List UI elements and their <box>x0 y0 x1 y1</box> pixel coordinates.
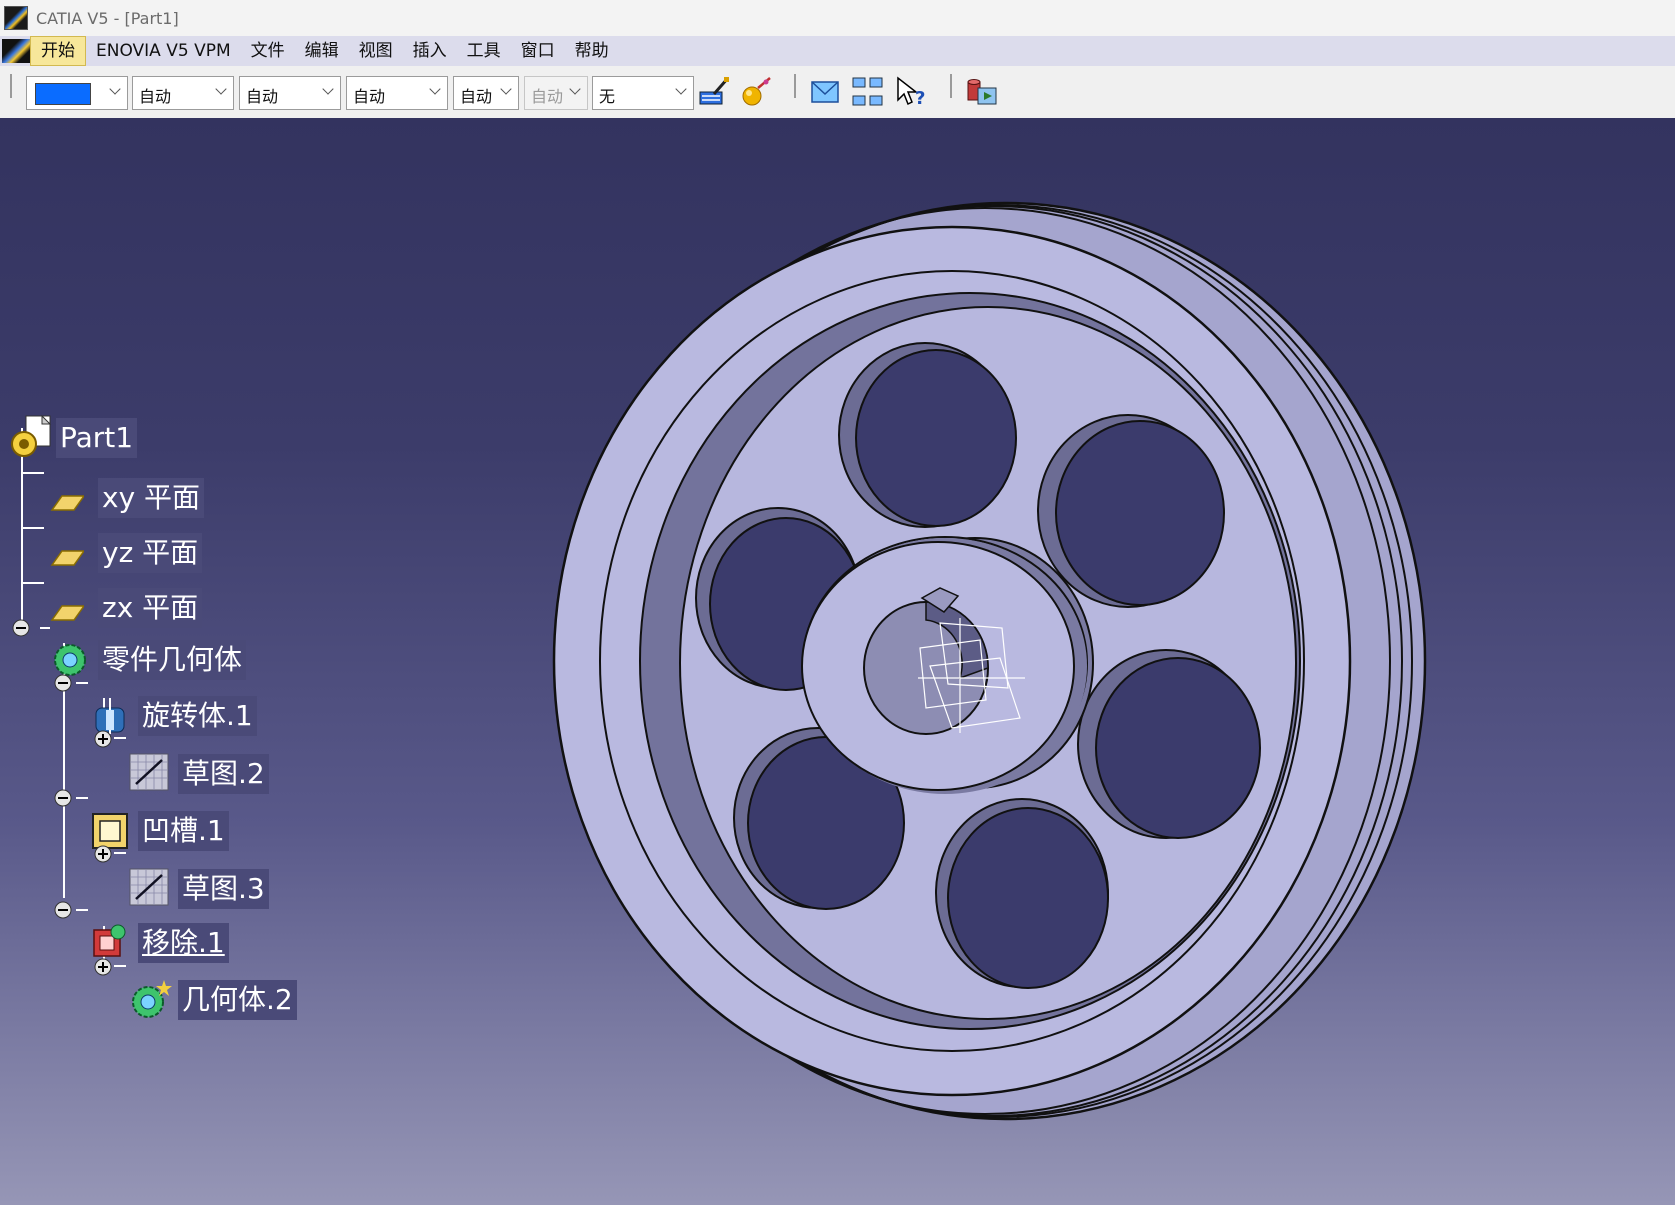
transparency-value: 自动 <box>139 87 172 106</box>
plane-icon[interactable] <box>50 594 84 628</box>
menu-insert[interactable]: 插入 <box>403 37 457 65</box>
catia-app-icon <box>4 6 28 30</box>
chevron-down-icon <box>677 85 687 95</box>
transparency-combo[interactable]: 自动 <box>132 76 234 110</box>
expand-toggle-icon[interactable] <box>94 958 112 976</box>
svg-text:?: ? <box>915 88 925 109</box>
tree-item-shaft-1[interactable]: 旋转体.1 <box>138 696 257 736</box>
menu-tools[interactable]: 工具 <box>457 37 511 65</box>
expand-toggle-icon[interactable] <box>94 845 112 863</box>
collapse-toggle-icon[interactable] <box>12 619 30 637</box>
tree-item-body-2[interactable]: 几何体.2 <box>178 980 297 1020</box>
color-swatch <box>35 83 91 105</box>
line-type-combo[interactable]: 自动 <box>346 76 448 110</box>
whats-this-help-icon[interactable]: ? <box>894 74 930 110</box>
rendering-style-combo[interactable]: 无 <box>592 76 694 110</box>
tree-item-sketch-2[interactable]: 草图.2 <box>178 754 269 794</box>
remove-feature-icon[interactable] <box>90 922 130 962</box>
catia-logo-icon[interactable] <box>2 39 30 63</box>
rendering-style-value: 无 <box>599 87 616 106</box>
chevron-down-icon <box>111 85 121 95</box>
window-title: CATIA V5 - [Part1] <box>36 8 179 28</box>
menu-help[interactable]: 帮助 <box>565 37 619 65</box>
apply-material-icon[interactable] <box>738 74 774 110</box>
tree-item-sketch-3[interactable]: 草图.3 <box>178 869 269 909</box>
chevron-down-icon <box>217 85 227 95</box>
plane-icon[interactable] <box>50 484 84 518</box>
menu-edit[interactable]: 编辑 <box>295 37 349 65</box>
toolbar-grip[interactable] <box>10 74 12 98</box>
color-combo[interactable] <box>26 76 128 110</box>
collapse-toggle-icon[interactable] <box>54 674 72 692</box>
tree-item-part-body[interactable]: 零件几何体 <box>98 640 247 680</box>
menu-start[interactable]: 开始 <box>30 36 86 66</box>
part-document-icon[interactable] <box>8 414 54 460</box>
body-gear-icon[interactable] <box>128 978 172 1022</box>
menu-view[interactable]: 视图 <box>349 37 403 65</box>
collapse-toggle-icon[interactable] <box>54 789 72 807</box>
toolbar-grip[interactable] <box>794 74 796 98</box>
point-type-value: 自动 <box>460 87 493 106</box>
plane-icon[interactable] <box>50 539 84 573</box>
line-thickness-value: 自动 <box>246 87 279 106</box>
sketch-icon[interactable] <box>128 867 170 907</box>
line-type-value: 自动 <box>353 87 386 106</box>
layer-combo[interactable]: 自动 <box>524 76 588 110</box>
tree-root-part1[interactable]: Part1 <box>56 418 138 458</box>
send-mail-icon[interactable] <box>808 74 844 110</box>
collapse-toggle-icon[interactable] <box>54 901 72 919</box>
menu-window[interactable]: 窗口 <box>511 37 565 65</box>
chevron-down-icon <box>571 85 581 95</box>
chevron-down-icon <box>431 85 441 95</box>
3d-viewport[interactable]: Part1 xy 平面 yz 平面 zx 平面 零件几何体 旋转体.1 草图.2… <box>0 118 1675 1205</box>
tree-item-xy-plane[interactable]: xy 平面 <box>98 478 205 518</box>
tree-item-groove-1[interactable]: 凹槽.1 <box>138 811 229 851</box>
product-structure-icon[interactable] <box>850 74 886 110</box>
graphic-properties-toolbar: 自动 自动 自动 自动 自动 无 ? <box>0 66 1675 120</box>
toolbar-grip[interactable] <box>950 74 952 98</box>
menu-bar: 开始 ENOVIA V5 VPM 文件 编辑 视图 插入 工具 窗口 帮助 <box>0 36 1675 66</box>
chevron-down-icon <box>324 85 334 95</box>
tree-item-yz-plane[interactable]: yz 平面 <box>98 533 203 573</box>
layer-value: 自动 <box>531 87 564 106</box>
chevron-down-icon <box>502 85 512 95</box>
expand-toggle-icon[interactable] <box>94 730 112 748</box>
point-type-combo[interactable]: 自动 <box>453 76 519 110</box>
tree-item-remove-1[interactable]: 移除.1 <box>138 923 229 963</box>
menu-file[interactable]: 文件 <box>241 37 295 65</box>
title-bar: CATIA V5 - [Part1] <box>0 0 1675 36</box>
line-thickness-combo[interactable]: 自动 <box>239 76 341 110</box>
sketch-icon[interactable] <box>128 752 170 792</box>
tree-item-zx-plane[interactable]: zx 平面 <box>98 588 203 628</box>
paintbrush-icon[interactable] <box>696 74 732 110</box>
database-save-icon[interactable] <box>964 74 1000 110</box>
menu-enovia[interactable]: ENOVIA V5 VPM <box>86 37 241 65</box>
